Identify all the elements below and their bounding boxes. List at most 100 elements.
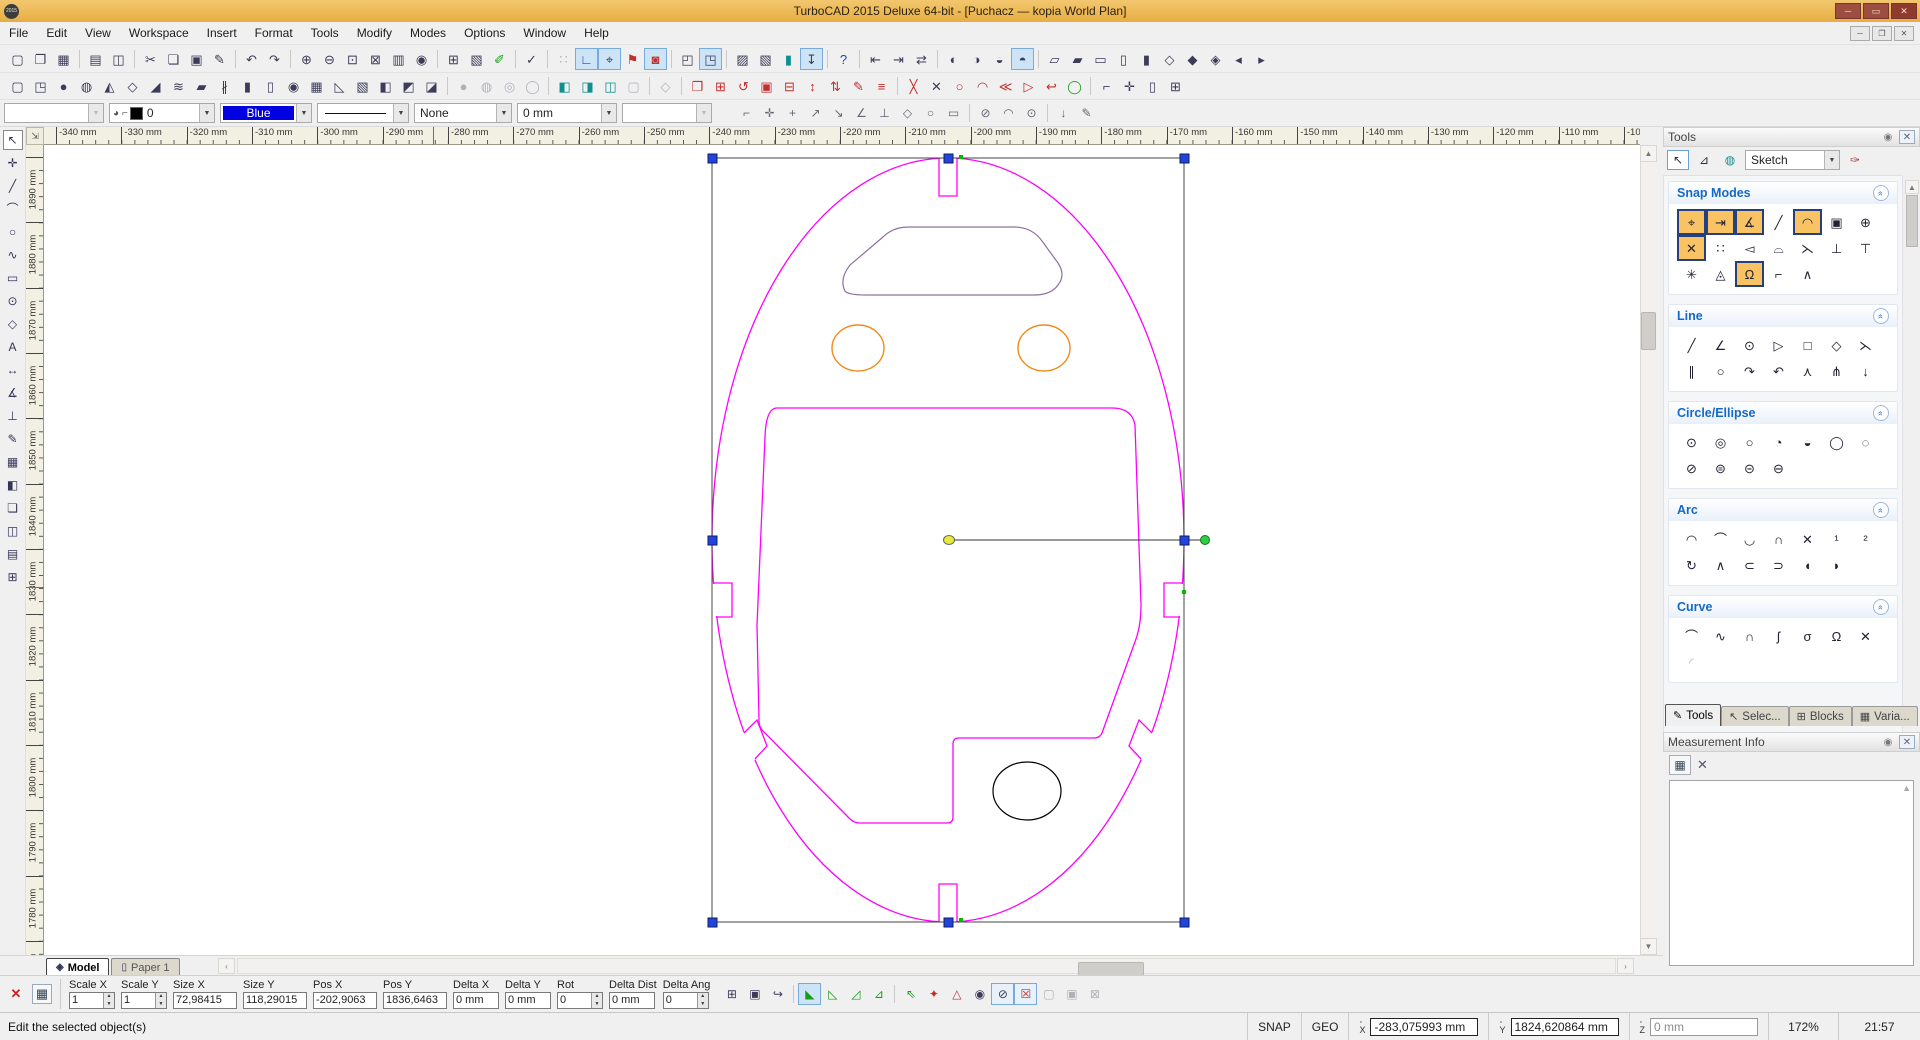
mdi-window-button[interactable]: ❐ — [1872, 26, 1892, 41]
curve-tool-icon[interactable]: ∩ — [1735, 623, 1764, 649]
toolbar-icon[interactable]: ◇ — [121, 75, 144, 97]
field-input[interactable]: 118,29015 ▲▼ — [243, 992, 307, 1009]
line-tool-icon[interactable]: ∠ — [1706, 332, 1735, 358]
toolbar-icon[interactable]: ⇥ — [887, 48, 910, 70]
minimize-button[interactable]: ─ — [1835, 3, 1861, 19]
toolbar-icon[interactable]: ⇄ — [910, 48, 933, 70]
arc-tool-icon[interactable]: ∧ — [1706, 552, 1735, 578]
toolbar-icon[interactable]: ↺ — [732, 75, 755, 97]
curve-tool-icon[interactable]: Ω — [1822, 623, 1851, 649]
toolbar-icon[interactable]: ▮ — [1135, 48, 1158, 70]
section-header[interactable]: Line « — [1669, 305, 1897, 327]
snap-mode-icon[interactable]: ⊤ — [1851, 235, 1880, 261]
curve-tool-icon[interactable]: σ — [1793, 623, 1822, 649]
toolbar-icon[interactable]: ◑ — [965, 48, 988, 70]
toolbar-icon[interactable]: ≪ — [994, 75, 1017, 97]
toolbar-icon[interactable]: ◯ — [1063, 75, 1086, 97]
property-icon[interactable]: ⊙ — [1020, 102, 1043, 124]
right-hole[interactable] — [1018, 325, 1070, 371]
toolbar-icon[interactable]: ◉ — [410, 48, 433, 70]
toolbar-icon[interactable]: ▭ — [1089, 48, 1112, 70]
tool-icon[interactable]: ↔ — [3, 360, 23, 380]
snap-toggle[interactable]: SNAP — [1247, 1013, 1301, 1040]
collapse-icon[interactable]: « — [1873, 405, 1889, 421]
center-handle[interactable] — [944, 536, 955, 545]
property-icon[interactable]: ○ — [919, 102, 942, 124]
toolbar-icon[interactable]: ◧ — [553, 75, 576, 97]
measurement-content[interactable]: ▲ — [1669, 780, 1914, 966]
toolbar-icon[interactable]: ✕ — [925, 75, 948, 97]
arc-tool-icon[interactable]: ✕ — [1793, 526, 1822, 552]
layer-combo[interactable]: ◕ ⌐ 0 ▼ — [109, 103, 215, 123]
brush-icon[interactable]: ✑ — [1844, 150, 1866, 170]
property-icon[interactable]: ⊥ — [873, 102, 896, 124]
menu-item[interactable]: File — [0, 22, 37, 44]
toolbar-icon[interactable]: ◪ — [420, 75, 443, 97]
toolbar-icon[interactable]: ⊡ — [341, 48, 364, 70]
collapse-icon[interactable]: « — [1873, 502, 1889, 518]
toolbar-icon[interactable]: ◫ — [107, 48, 130, 70]
snap-tool-icon[interactable]: ⊿ — [1693, 150, 1715, 170]
drawing-canvas[interactable] — [44, 145, 1640, 955]
toolbar-icon[interactable]: ◩ — [397, 75, 420, 97]
line-style-combo[interactable]: ▼ — [317, 103, 409, 123]
property-icon[interactable]: ▭ — [942, 102, 965, 124]
property-icon[interactable]: ∠ — [850, 102, 873, 124]
toolbar-icon[interactable]: ▥ — [387, 48, 410, 70]
inspector-icon[interactable]: ⇖ — [899, 983, 922, 1005]
geo-toggle[interactable]: GEO — [1301, 1013, 1349, 1040]
menu-item[interactable]: Help — [575, 22, 618, 44]
line-tool-icon[interactable]: ╱ — [1677, 332, 1706, 358]
toolbar-icon[interactable]: ✓ — [520, 48, 543, 70]
arc-tool-icon[interactable]: ∩ — [1764, 526, 1793, 552]
toolbar-icon[interactable]: ▢ — [622, 75, 645, 97]
title-bar[interactable]: 2015 TurboCAD 2015 Deluxe 64-bit - [Puch… — [0, 0, 1920, 22]
toolbar-icon[interactable]: ▢ — [6, 48, 29, 70]
scrollbar-thumb[interactable] — [1906, 195, 1918, 247]
spinner[interactable]: ▲▼ — [103, 993, 114, 1008]
field-input[interactable]: 72,98415 ▲▼ — [173, 992, 237, 1009]
circle-tool-icon[interactable]: ◔ — [1764, 429, 1793, 455]
horizontal-scrollbar[interactable] — [237, 958, 1616, 974]
toolbar-icon[interactable]: ◇ — [1158, 48, 1181, 70]
menu-item[interactable]: Edit — [37, 22, 76, 44]
tool-icon[interactable]: ○ — [3, 222, 23, 242]
tool-icon[interactable]: ∡ — [3, 383, 23, 403]
snap-mode-icon[interactable]: ✳ — [1677, 261, 1706, 287]
toolbar-icon[interactable]: ∟ — [575, 48, 598, 70]
menu-item[interactable]: View — [76, 22, 120, 44]
curve-tool-icon[interactable]: ʃ — [1764, 623, 1793, 649]
calculator-button[interactable]: ▦ — [32, 984, 52, 1004]
arc-tool-icon[interactable]: ◠ — [1677, 526, 1706, 552]
circle-tool-icon[interactable]: ○ — [1735, 429, 1764, 455]
toolbar-icon[interactable]: ▸ — [1250, 48, 1273, 70]
tool-icon[interactable]: ◫ — [3, 521, 23, 541]
palette-tab[interactable]: ⊞Blocks — [1789, 706, 1852, 726]
menu-item[interactable]: Window — [514, 22, 575, 44]
rotation-handle[interactable] — [1201, 536, 1210, 545]
collapse-icon[interactable]: « — [1873, 599, 1889, 615]
curve-tool-icon[interactable]: ✕ — [1851, 623, 1880, 649]
section-header[interactable]: Circle/Ellipse « — [1669, 402, 1897, 424]
toolbar-icon[interactable]: ◭ — [98, 75, 121, 97]
tool-icon[interactable]: ⌒ — [3, 199, 23, 219]
pin-icon[interactable]: ◉ — [1880, 735, 1896, 749]
toolbar-icon[interactable]: ▣ — [185, 48, 208, 70]
inspector-icon[interactable]: ↪ — [766, 983, 789, 1005]
inspector-icon[interactable]: ⊠ — [1083, 983, 1106, 1005]
snap-mode-icon[interactable]: ◠ — [1793, 209, 1822, 235]
snap-mode-icon[interactable]: ╱ — [1764, 209, 1793, 235]
inspector-icon[interactable]: ⊘ — [991, 983, 1014, 1005]
field-input[interactable]: 1836,6463 ▲▼ — [383, 992, 447, 1009]
toolbar-icon[interactable]: ◺ — [328, 75, 351, 97]
scroll-down-button[interactable]: ▼ — [1640, 938, 1657, 955]
toolbar-icon[interactable]: ◨ — [576, 75, 599, 97]
inspector-icon[interactable]: ▣ — [1060, 983, 1083, 1005]
toolbar-icon[interactable]: ◓ — [1011, 48, 1034, 70]
toolbar-icon[interactable]: ⊖ — [318, 48, 341, 70]
tool-icon[interactable]: ❏ — [3, 498, 23, 518]
arc-tool-icon[interactable]: ◗ — [1822, 552, 1851, 578]
inspector-icon[interactable]: ▣ — [743, 983, 766, 1005]
toolbar-icon[interactable]: ▦ — [52, 48, 75, 70]
line-tool-icon[interactable]: ○ — [1706, 358, 1735, 384]
